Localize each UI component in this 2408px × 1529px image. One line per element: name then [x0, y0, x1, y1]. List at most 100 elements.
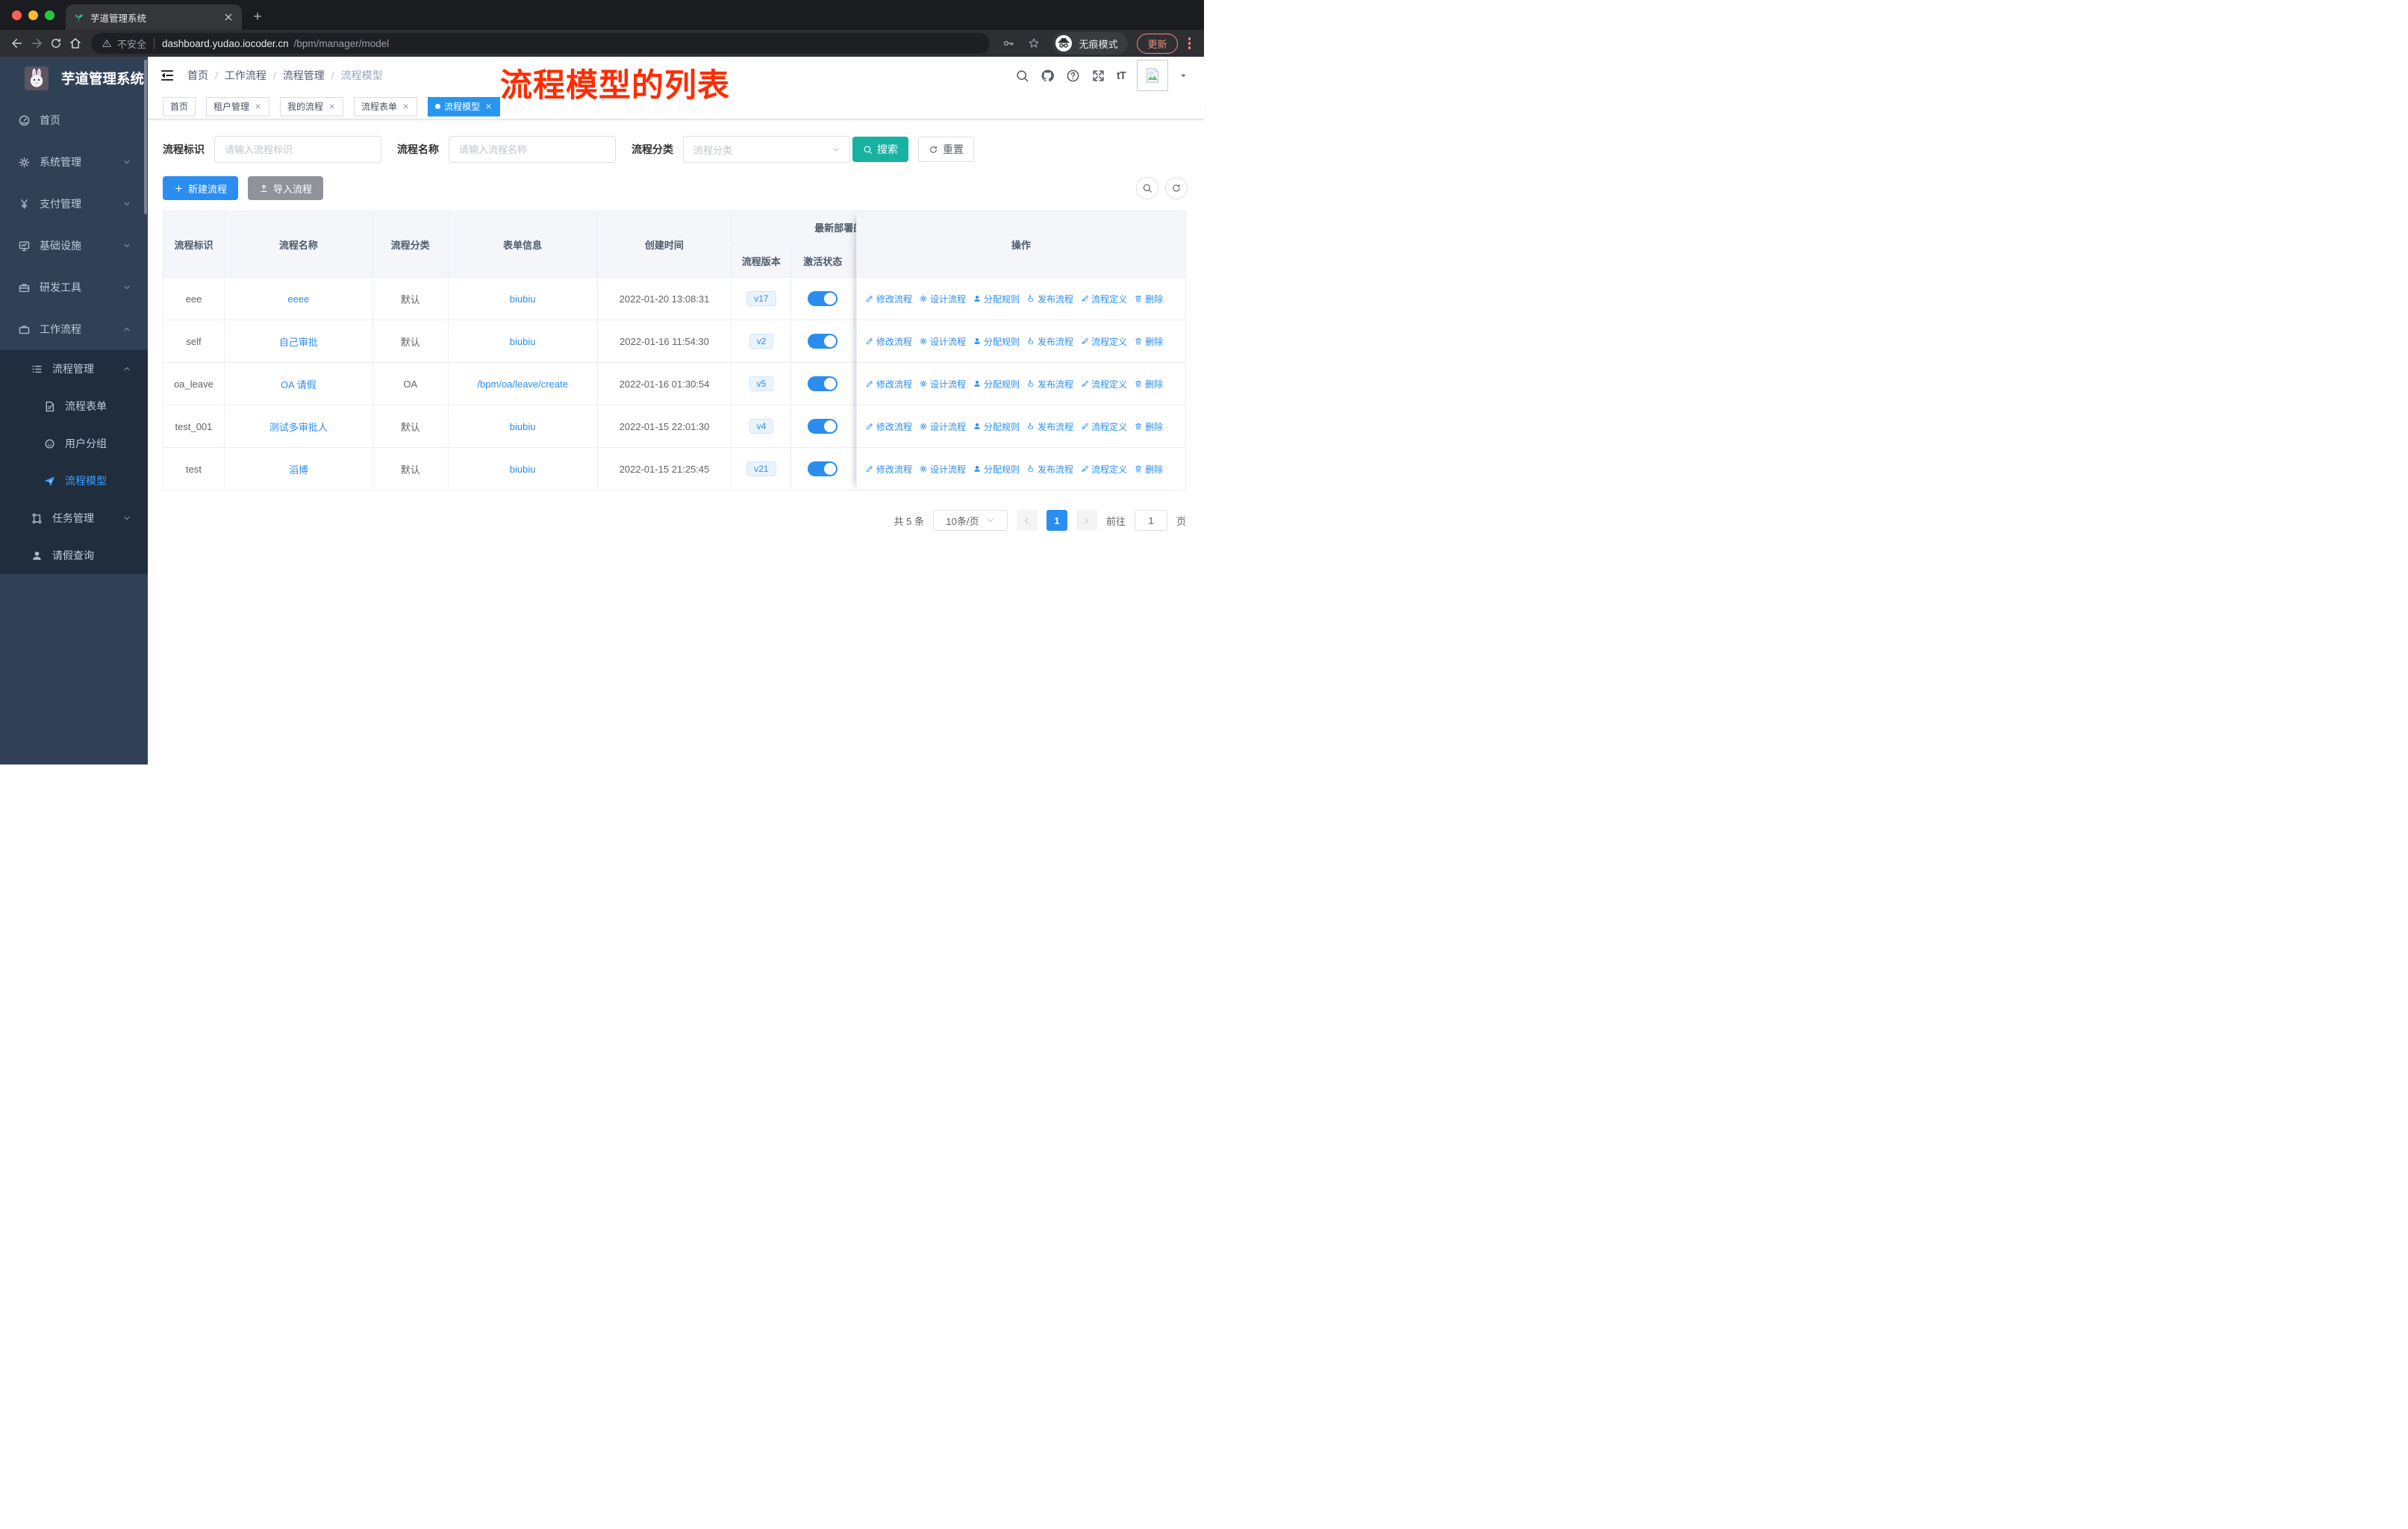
- active-toggle[interactable]: [808, 419, 838, 434]
- goto-page-input[interactable]: [1134, 510, 1167, 531]
- edit-flow-button[interactable]: 修改流程: [865, 420, 912, 433]
- password-key-icon[interactable]: [1002, 37, 1015, 50]
- version-badge[interactable]: v2: [749, 334, 774, 349]
- edit-flow-button[interactable]: 修改流程: [865, 335, 912, 348]
- sidebar-item-infra[interactable]: 基础设施: [0, 225, 148, 267]
- delete-button[interactable]: 删除: [1134, 420, 1163, 433]
- sidebar-item-process-form[interactable]: 流程表单: [0, 387, 148, 425]
- forward-icon[interactable]: [27, 34, 46, 52]
- design-flow-button[interactable]: 设计流程: [919, 463, 966, 476]
- form-link[interactable]: biubiu: [510, 336, 536, 347]
- delete-button[interactable]: 删除: [1134, 335, 1163, 348]
- tag-流程模型[interactable]: 流程模型: [428, 96, 501, 116]
- window-controls[interactable]: [12, 10, 54, 20]
- filter-name-input[interactable]: [449, 136, 616, 163]
- delete-button[interactable]: 删除: [1134, 463, 1163, 476]
- import-flow-button[interactable]: 导入流程: [248, 176, 324, 200]
- active-toggle[interactable]: [808, 334, 838, 349]
- flow-define-button[interactable]: 流程定义: [1080, 420, 1127, 433]
- tag-首页[interactable]: 首页: [163, 96, 196, 116]
- publish-flow-button[interactable]: 发布流程: [1026, 335, 1073, 348]
- active-toggle[interactable]: [808, 461, 838, 476]
- form-link[interactable]: biubiu: [510, 421, 536, 432]
- close-window-button[interactable]: [12, 10, 22, 20]
- delete-button[interactable]: 删除: [1134, 378, 1163, 390]
- name-link[interactable]: 测试多审批人: [269, 420, 328, 434]
- design-flow-button[interactable]: 设计流程: [919, 293, 966, 305]
- reset-button[interactable]: 重置: [918, 137, 974, 162]
- publish-flow-button[interactable]: 发布流程: [1026, 463, 1073, 476]
- github-icon[interactable]: [1041, 69, 1055, 83]
- sidebar-item-task-mgmt[interactable]: 任务管理: [0, 499, 148, 537]
- browser-tab[interactable]: 芋道管理系统: [66, 4, 242, 30]
- page-1-button[interactable]: 1: [1046, 510, 1067, 531]
- sidebar-item-home[interactable]: 首页: [0, 99, 148, 141]
- close-icon[interactable]: [328, 102, 336, 110]
- form-link[interactable]: /bpm/oa/leave/create: [477, 379, 567, 390]
- zoom-window-button[interactable]: [45, 10, 54, 20]
- create-flow-button[interactable]: 新建流程: [163, 176, 239, 200]
- name-link[interactable]: 自己审批: [279, 334, 318, 349]
- bookmark-star-icon[interactable]: [1027, 37, 1041, 50]
- tag-我的流程[interactable]: 我的流程: [280, 96, 344, 116]
- flow-define-button[interactable]: 流程定义: [1080, 293, 1127, 305]
- refresh-table-button[interactable]: [1165, 177, 1188, 199]
- address-bar[interactable]: 不安全 dashboard.yudao.iocoder.cn/bpm/manag…: [91, 33, 991, 54]
- breadcrumb-item[interactable]: 首页: [187, 68, 208, 83]
- filter-id-input[interactable]: [214, 136, 381, 163]
- version-badge[interactable]: v5: [749, 376, 774, 391]
- avatar[interactable]: [1137, 60, 1168, 91]
- version-badge[interactable]: v21: [746, 461, 776, 476]
- collapse-sidebar-icon[interactable]: [159, 67, 175, 84]
- prev-page-button[interactable]: [1016, 510, 1038, 531]
- name-link[interactable]: eeee: [287, 293, 309, 305]
- version-badge[interactable]: v17: [746, 291, 776, 306]
- close-icon[interactable]: [254, 102, 262, 110]
- tab-close-icon[interactable]: [222, 11, 234, 23]
- toggle-search-button[interactable]: [1136, 177, 1158, 199]
- active-toggle[interactable]: [808, 291, 838, 306]
- form-link[interactable]: biubiu: [510, 293, 536, 305]
- back-icon[interactable]: [7, 34, 27, 52]
- breadcrumb-item[interactable]: 流程管理: [283, 68, 325, 83]
- page-size-select[interactable]: 10条/页: [932, 510, 1008, 531]
- sidebar-item-process-mgmt[interactable]: 流程管理: [0, 350, 148, 387]
- avatar-caret-icon[interactable]: [1179, 72, 1188, 80]
- browser-menu-icon[interactable]: [1185, 34, 1194, 52]
- assign-rule-button[interactable]: 分配规则: [973, 378, 1020, 390]
- tag-租户管理[interactable]: 租户管理: [206, 96, 270, 116]
- version-badge[interactable]: v4: [749, 419, 774, 434]
- publish-flow-button[interactable]: 发布流程: [1026, 420, 1073, 433]
- tag-流程表单[interactable]: 流程表单: [354, 96, 418, 116]
- sidebar-item-payment[interactable]: 支付管理: [0, 183, 148, 225]
- close-icon[interactable]: [402, 102, 410, 110]
- delete-button[interactable]: 删除: [1134, 293, 1163, 305]
- chrome-update-button[interactable]: 更新: [1137, 33, 1178, 54]
- active-toggle[interactable]: [808, 376, 838, 391]
- search-button[interactable]: 搜索: [852, 137, 908, 162]
- flow-define-button[interactable]: 流程定义: [1080, 463, 1127, 476]
- sidebar-scrollbar[interactable]: [144, 60, 147, 214]
- assign-rule-button[interactable]: 分配规则: [973, 335, 1020, 348]
- sidebar-item-workflow[interactable]: 工作流程: [0, 308, 148, 350]
- publish-flow-button[interactable]: 发布流程: [1026, 378, 1073, 390]
- name-link[interactable]: OA 请假: [281, 377, 316, 391]
- edit-flow-button[interactable]: 修改流程: [865, 463, 912, 476]
- reload-icon[interactable]: [46, 34, 66, 52]
- next-page-button[interactable]: [1076, 510, 1097, 531]
- flow-define-button[interactable]: 流程定义: [1080, 335, 1127, 348]
- fullscreen-icon[interactable]: [1091, 69, 1105, 83]
- search-icon[interactable]: [1015, 69, 1029, 83]
- minimize-window-button[interactable]: [28, 10, 38, 20]
- form-link[interactable]: biubiu: [510, 464, 536, 475]
- help-icon[interactable]: [1066, 69, 1080, 83]
- sidebar-item-system[interactable]: 系统管理: [0, 141, 148, 183]
- edit-flow-button[interactable]: 修改流程: [865, 293, 912, 305]
- sidebar-item-leave-query[interactable]: 请假查询: [0, 537, 148, 574]
- filter-category-select[interactable]: 流程分类: [683, 136, 850, 163]
- edit-flow-button[interactable]: 修改流程: [865, 378, 912, 390]
- assign-rule-button[interactable]: 分配规则: [973, 420, 1020, 433]
- publish-flow-button[interactable]: 发布流程: [1026, 293, 1073, 305]
- design-flow-button[interactable]: 设计流程: [919, 335, 966, 348]
- sidebar-logo[interactable]: 芋道管理系统: [0, 57, 148, 99]
